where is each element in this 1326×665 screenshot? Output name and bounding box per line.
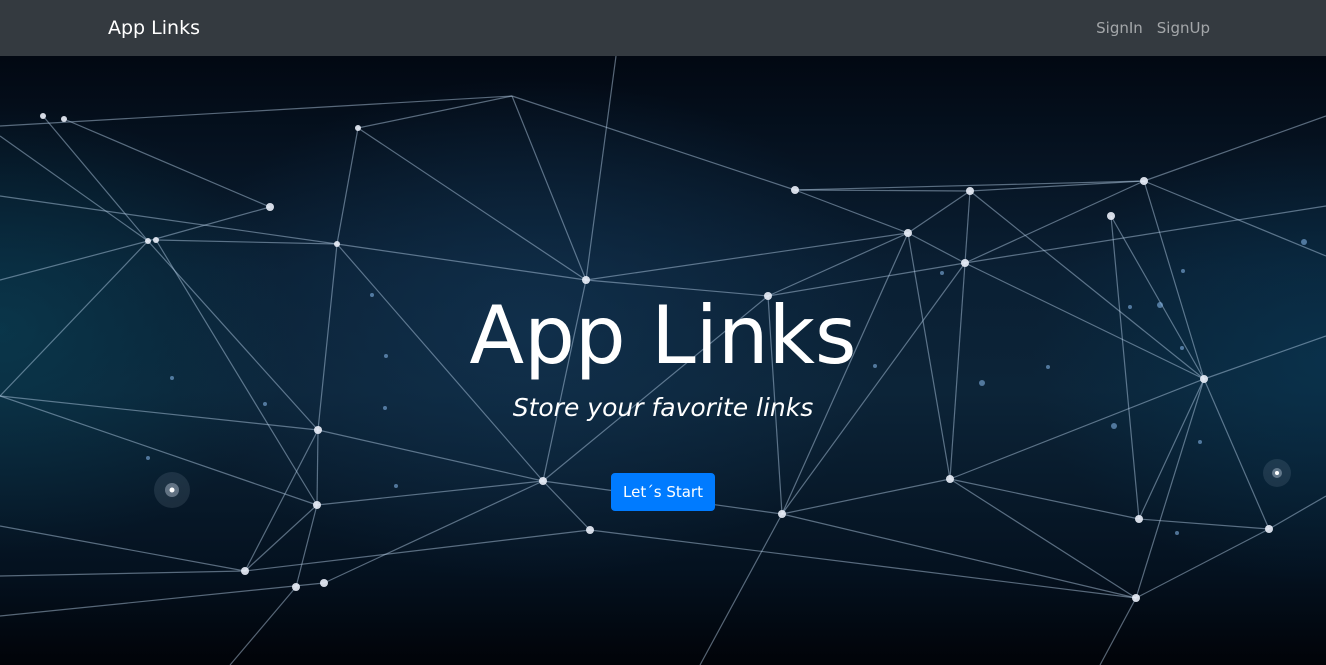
signup-link[interactable]: SignUp bbox=[1157, 18, 1210, 38]
navbar: App Links SignIn SignUp bbox=[0, 0, 1326, 56]
lets-start-button[interactable]: Let´s Start bbox=[611, 473, 715, 511]
brand-link[interactable]: App Links bbox=[108, 16, 200, 40]
hero-subtitle: Store your favorite links bbox=[512, 393, 814, 422]
hero-title: App Links bbox=[469, 289, 857, 382]
hero-section: App Links Store your favorite links Let´… bbox=[0, 56, 1326, 665]
signin-link[interactable]: SignIn bbox=[1096, 18, 1143, 38]
nav-links: SignIn SignUp bbox=[1096, 18, 1210, 38]
